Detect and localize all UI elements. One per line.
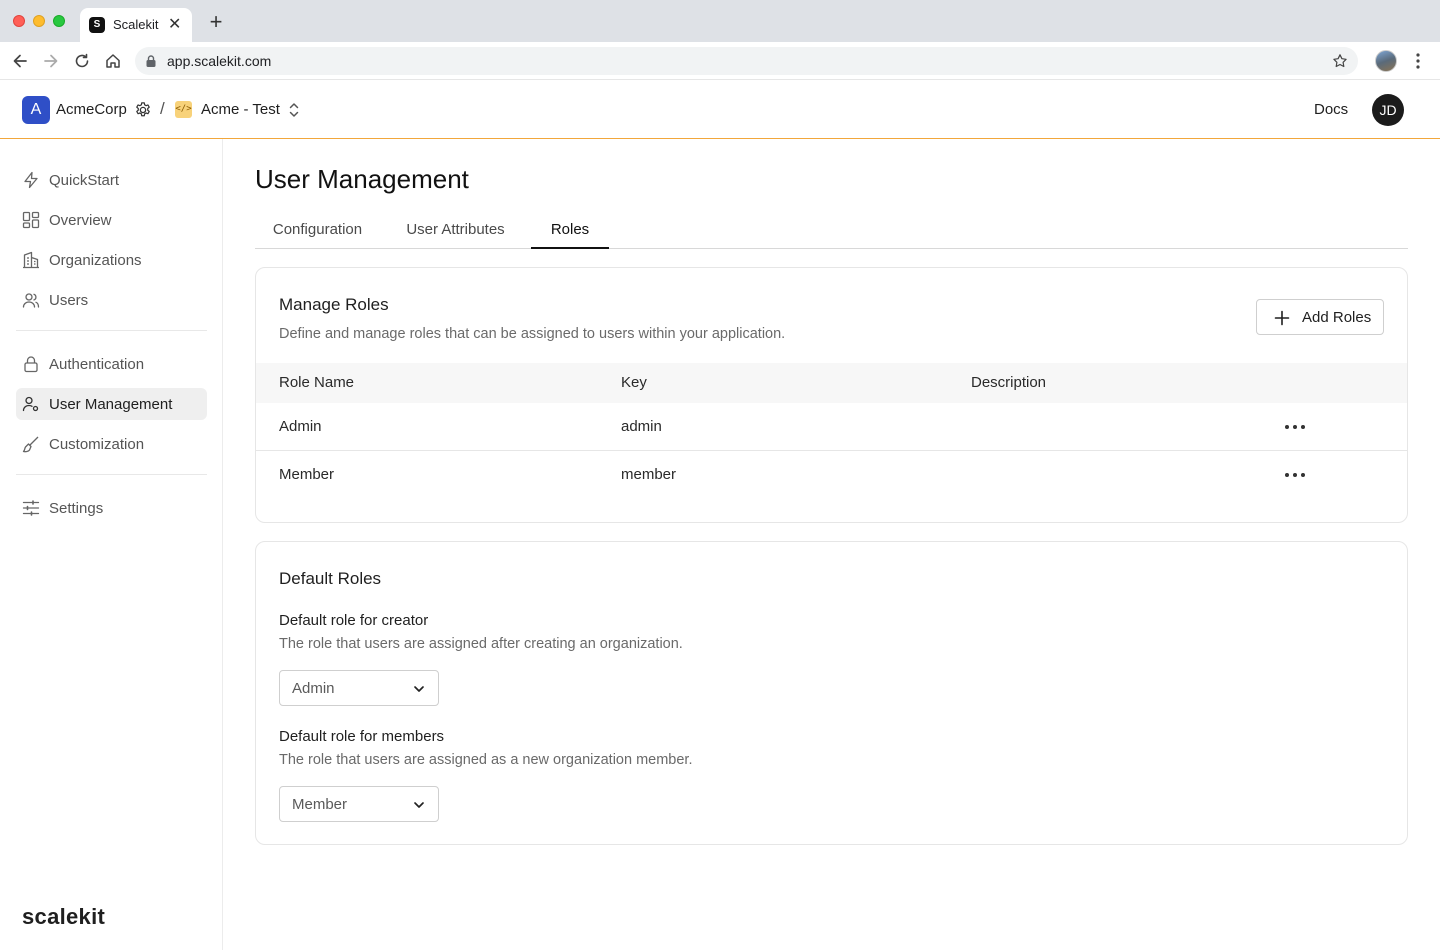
window-close-button[interactable] (13, 15, 25, 27)
table-row: Member member (256, 451, 1407, 499)
sidebar: QuickStart Overview Organizations Users … (0, 139, 223, 950)
scalekit-favicon-icon: S (89, 17, 105, 33)
sidebar-item-customization[interactable]: Customization (16, 428, 207, 460)
chevron-up-down-icon[interactable] (287, 101, 301, 119)
default-members-role-help: The role that users are assigned as a ne… (279, 752, 693, 768)
tab-bar: Configuration User Attributes Roles (255, 212, 1408, 249)
breadcrumb-separator: / (160, 99, 165, 118)
brush-icon (22, 436, 39, 453)
role-key-cell: admin (621, 418, 662, 435)
select-value: Admin (292, 680, 335, 697)
browser-tabstrip: S Scalekit ✕ + (0, 0, 1440, 42)
column-header-description: Description (971, 374, 1047, 391)
default-creator-role-select[interactable]: Admin (279, 670, 439, 706)
docs-link[interactable]: Docs (1314, 101, 1348, 118)
column-header-key: Key (621, 374, 647, 391)
sidebar-item-label: Customization (49, 436, 145, 453)
sidebar-divider (16, 474, 207, 475)
code-icon: </> (175, 101, 192, 118)
scalekit-logo: scalekit (22, 904, 106, 929)
browser-menu-icon[interactable] (1410, 51, 1426, 71)
user-cog-icon (22, 396, 39, 412)
roles-table-header: Role Name Key Description (256, 363, 1407, 403)
default-roles-title: Default Roles (279, 569, 382, 588)
plus-icon (1274, 310, 1290, 326)
sidebar-item-overview[interactable]: Overview (16, 204, 207, 236)
lightning-icon (24, 171, 38, 189)
add-roles-button[interactable]: Add Roles (1256, 299, 1384, 335)
browser-toolbar: app.scalekit.com (0, 42, 1440, 80)
org-avatar[interactable]: A (22, 96, 50, 124)
tab-configuration[interactable]: Configuration (255, 212, 380, 249)
forward-arrow-icon[interactable] (41, 51, 61, 71)
tab-user-attributes[interactable]: User Attributes (389, 212, 522, 249)
sidebar-item-label: User Management (49, 396, 173, 413)
building-icon (23, 251, 39, 269)
sidebar-item-organizations[interactable]: Organizations (16, 244, 207, 276)
sidebar-item-label: Organizations (49, 252, 142, 269)
manage-roles-description: Define and manage roles that can be assi… (279, 326, 786, 342)
manage-roles-title: Manage Roles (279, 295, 389, 314)
sidebar-item-label: Authentication (49, 356, 145, 373)
sidebar-item-quickstart[interactable]: QuickStart (16, 164, 207, 196)
new-tab-plus-icon[interactable]: + (205, 11, 227, 34)
close-tab-icon[interactable]: ✕ (168, 14, 181, 34)
browser-tab-title: Scalekit (113, 17, 159, 32)
sidebar-item-user-management[interactable]: User Management (16, 388, 207, 420)
gear-icon[interactable] (134, 101, 152, 119)
sliders-icon (22, 500, 40, 516)
sidebar-divider (16, 330, 207, 331)
address-url: app.scalekit.com (167, 53, 272, 69)
home-icon[interactable] (103, 51, 123, 71)
sidebar-item-authentication[interactable]: Authentication (16, 348, 207, 380)
default-members-role-label: Default role for members (279, 728, 445, 745)
table-row: Admin admin (256, 403, 1407, 451)
browser-profile-avatar[interactable] (1375, 50, 1397, 72)
window-maximize-button[interactable] (53, 15, 65, 27)
org-name[interactable]: AcmeCorp (56, 101, 127, 118)
column-header-role-name: Role Name (279, 374, 355, 391)
address-bar[interactable]: app.scalekit.com (135, 47, 1358, 75)
lock-icon (24, 356, 38, 373)
back-arrow-icon[interactable] (10, 51, 30, 71)
dashboard-icon (22, 211, 40, 229)
default-creator-role-help: The role that users are assigned after c… (279, 636, 683, 652)
default-members-role-select[interactable]: Member (279, 786, 439, 822)
more-horizontal-icon[interactable] (1284, 468, 1306, 482)
role-name-cell: Admin (279, 418, 322, 435)
sidebar-item-label: Settings (49, 500, 104, 517)
sidebar-item-label: QuickStart (49, 172, 120, 189)
select-value: Member (292, 796, 348, 813)
lock-icon (146, 55, 156, 67)
sidebar-item-users[interactable]: Users (16, 284, 207, 316)
sidebar-item-label: Overview (49, 212, 112, 229)
bookmark-star-icon[interactable] (1332, 53, 1348, 69)
chevron-down-icon (414, 802, 424, 808)
default-roles-card: Default Roles Default role for creator T… (255, 541, 1408, 845)
reload-icon[interactable] (72, 51, 92, 71)
environment-name[interactable]: Acme - Test (201, 101, 280, 118)
page-title: User Management (255, 164, 469, 194)
manage-roles-card: Manage Roles Define and manage roles tha… (255, 267, 1408, 523)
sidebar-item-settings[interactable]: Settings (16, 492, 207, 524)
window-minimize-button[interactable] (33, 15, 45, 27)
users-icon (22, 293, 40, 308)
role-name-cell: Member (279, 466, 335, 483)
chevron-down-icon (414, 686, 424, 692)
add-roles-label: Add Roles (1302, 309, 1372, 326)
more-horizontal-icon[interactable] (1284, 420, 1306, 434)
app-header: A AcmeCorp / </> Acme - Test Docs JD (0, 80, 1440, 139)
tab-roles[interactable]: Roles (531, 212, 609, 249)
default-creator-role-label: Default role for creator (279, 612, 429, 629)
role-key-cell: member (621, 466, 677, 483)
user-avatar[interactable]: JD (1372, 94, 1404, 126)
browser-tab-scalekit[interactable]: S Scalekit ✕ (80, 8, 192, 42)
sidebar-item-label: Users (49, 292, 89, 309)
